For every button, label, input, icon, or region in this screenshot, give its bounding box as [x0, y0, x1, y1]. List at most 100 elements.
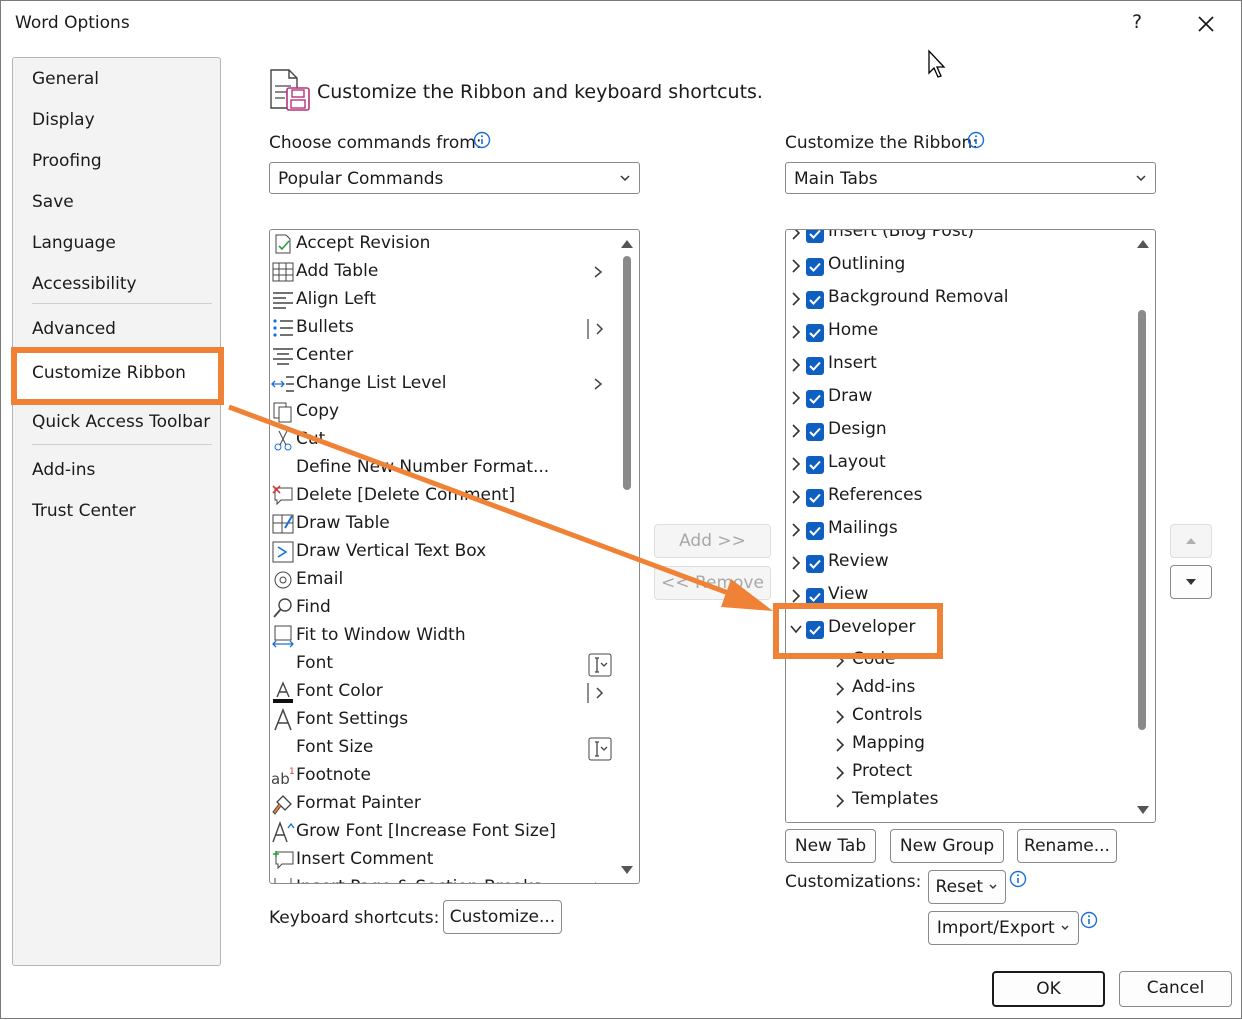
chevron-right-icon[interactable]	[790, 556, 802, 570]
new-tab-button[interactable]: New Tab	[785, 829, 876, 863]
command-item[interactable]: Insert Comment	[270, 846, 610, 874]
command-item[interactable]: Copy	[270, 398, 610, 426]
command-item[interactable]: Accept Revision	[270, 230, 610, 258]
nav-advanced[interactable]: Advanced	[32, 319, 116, 339]
command-item[interactable]: Bullets	[270, 314, 610, 342]
nav-quick-access-toolbar[interactable]: Quick Access Toolbar	[32, 412, 210, 432]
ribbon-tab-item[interactable]: View	[786, 581, 1126, 611]
command-item[interactable]: Cut	[270, 426, 610, 454]
command-item[interactable]: Font	[270, 650, 612, 678]
ribbon-tab-item[interactable]: Insert	[786, 350, 1126, 380]
command-item[interactable]: Font Settings	[270, 706, 610, 734]
tab-checkbox[interactable]	[806, 357, 824, 375]
command-item[interactable]: Delete [Delete Comment]	[270, 482, 610, 510]
chevron-right-icon[interactable]	[834, 738, 846, 752]
rename-button[interactable]: Rename...	[1017, 829, 1117, 863]
chevron-right-icon[interactable]	[790, 259, 802, 273]
import-export-dropdown[interactable]: Import/Export	[928, 911, 1079, 945]
tab-checkbox[interactable]	[806, 621, 824, 639]
tab-checkbox[interactable]	[806, 423, 824, 441]
ribbon-group-item[interactable]: Add-ins	[786, 674, 1126, 704]
tab-checkbox[interactable]	[806, 230, 824, 243]
tab-checkbox[interactable]	[806, 291, 824, 309]
ribbon-tab-item[interactable]: Home	[786, 317, 1126, 347]
command-item[interactable]: Define New Number Format...	[270, 454, 610, 482]
chevron-down-icon[interactable]	[790, 622, 802, 636]
command-item[interactable]: Insert Page & Section Breaks	[270, 874, 610, 883]
chevron-right-icon[interactable]	[834, 710, 846, 724]
tab-checkbox[interactable]	[806, 522, 824, 540]
new-group-button[interactable]: New Group	[890, 829, 1004, 863]
info-icon[interactable]	[1009, 870, 1027, 888]
tab-checkbox[interactable]	[806, 258, 824, 276]
ribbon-tab-item[interactable]: References	[786, 482, 1126, 512]
chevron-right-icon[interactable]	[790, 490, 802, 504]
nav-language[interactable]: Language	[32, 233, 116, 253]
nav-add-ins[interactable]: Add-ins	[32, 460, 95, 480]
reset-dropdown[interactable]: Reset	[928, 870, 1006, 904]
chevron-right-icon[interactable]	[790, 424, 802, 438]
ribbon-tab-item[interactable]: Developer	[786, 614, 1126, 644]
nav-customize-ribbon[interactable]: Customize Ribbon	[32, 363, 186, 383]
remove-button[interactable]: << Remove	[654, 566, 771, 600]
tab-checkbox[interactable]	[806, 456, 824, 474]
choose-commands-dropdown[interactable]: Popular Commands	[269, 162, 640, 194]
move-down-button[interactable]	[1170, 565, 1212, 599]
scroll-up-icon[interactable]	[1136, 238, 1150, 250]
nav-accessibility[interactable]: Accessibility	[32, 274, 137, 294]
ribbon-group-item[interactable]: Protect	[786, 758, 1126, 788]
command-item[interactable]: Find	[270, 594, 610, 622]
ribbon-group-item[interactable]: Controls	[786, 702, 1126, 732]
chevron-right-icon[interactable]	[834, 794, 846, 808]
command-item[interactable]: Format Painter	[270, 790, 610, 818]
scroll-down-icon[interactable]	[1136, 804, 1150, 816]
command-item[interactable]: Draw Vertical Text Box	[270, 538, 610, 566]
ribbon-tab-item[interactable]: Draw	[786, 383, 1126, 413]
tab-checkbox[interactable]	[806, 588, 824, 606]
chevron-right-icon[interactable]	[790, 589, 802, 603]
close-button[interactable]	[1191, 9, 1221, 39]
nav-save[interactable]: Save	[32, 192, 74, 212]
ribbon-tab-item[interactable]: Layout	[786, 449, 1126, 479]
ribbon-group-item[interactable]: Mapping	[786, 730, 1126, 760]
nav-general[interactable]: General	[32, 69, 99, 89]
ribbon-tab-item[interactable]: Design	[786, 416, 1126, 446]
command-item[interactable]: Font Size	[270, 734, 612, 762]
ribbon-tab-item[interactable]: Insert (Blog Post)	[786, 230, 1126, 248]
commands-scrollbar-thumb[interactable]	[623, 256, 631, 490]
chevron-right-icon[interactable]	[790, 523, 802, 537]
nav-proofing[interactable]: Proofing	[32, 151, 102, 171]
chevron-right-icon[interactable]	[834, 682, 846, 696]
cancel-button[interactable]: Cancel	[1119, 971, 1232, 1007]
scroll-down-icon[interactable]	[620, 864, 634, 876]
command-item[interactable]: Fit to Window Width	[270, 622, 610, 650]
chevron-right-icon[interactable]	[834, 766, 846, 780]
chevron-right-icon[interactable]	[790, 391, 802, 405]
ribbon-tabs-tree[interactable]: Insert (Blog Post) Outlining Background Re…	[785, 229, 1156, 823]
ribbon-tab-item[interactable]: Background Removal	[786, 284, 1126, 314]
chevron-right-icon[interactable]	[790, 325, 802, 339]
tab-checkbox[interactable]	[806, 555, 824, 573]
chevron-right-icon[interactable]	[790, 457, 802, 471]
nav-customize-ribbon-highlight[interactable]: Customize Ribbon	[11, 347, 224, 405]
command-item[interactable]: Grow Font [Increase Font Size]	[270, 818, 610, 846]
info-icon[interactable]	[967, 131, 985, 149]
ribbon-group-item[interactable]: Code	[786, 646, 1126, 676]
ribbon-scrollbar-thumb[interactable]	[1138, 310, 1146, 730]
ribbon-tabs-dropdown[interactable]: Main Tabs	[785, 162, 1156, 194]
chevron-right-icon[interactable]	[834, 654, 846, 668]
tab-checkbox[interactable]	[806, 489, 824, 507]
ok-button[interactable]: OK	[992, 971, 1105, 1007]
chevron-right-icon[interactable]	[790, 292, 802, 306]
add-button[interactable]: Add >>	[654, 524, 771, 558]
customize-shortcuts-button[interactable]: Customize...	[443, 900, 562, 934]
ribbon-tab-item[interactable]: Outlining	[786, 251, 1126, 281]
command-item[interactable]: Font Color	[270, 678, 610, 706]
info-icon[interactable]	[1080, 911, 1098, 929]
commands-list[interactable]: Accept Revision Add Table Align Left Bullet…	[269, 229, 640, 884]
command-item[interactable]: Align Left	[270, 286, 610, 314]
move-up-button[interactable]	[1170, 524, 1212, 558]
command-item[interactable]: Change List Level	[270, 370, 610, 398]
command-item[interactable]: Add Table	[270, 258, 610, 286]
ribbon-tab-item[interactable]: Mailings	[786, 515, 1126, 545]
